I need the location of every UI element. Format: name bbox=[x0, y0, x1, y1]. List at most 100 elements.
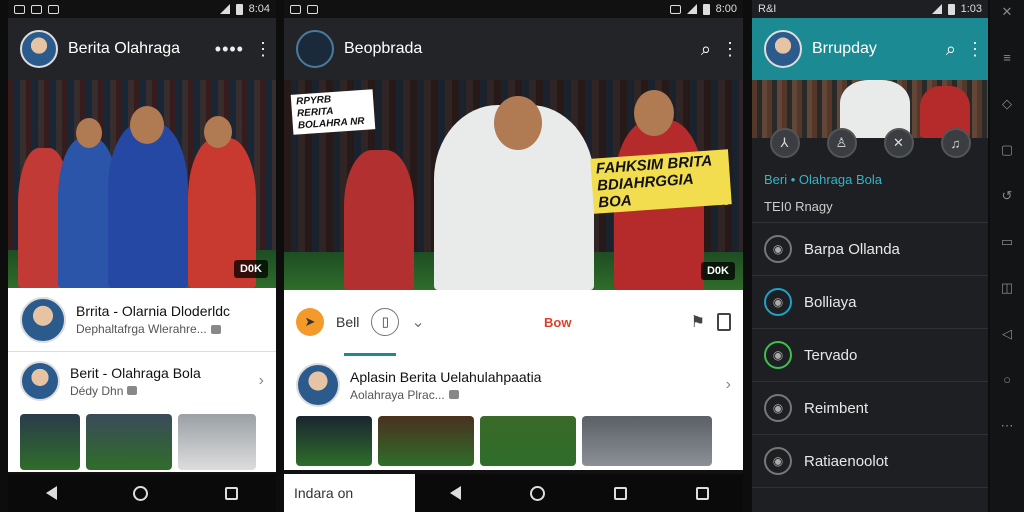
video-badge: D0K bbox=[700, 262, 735, 280]
back-icon[interactable] bbox=[46, 486, 58, 500]
search-icon[interactable]: ⌕ bbox=[946, 39, 956, 60]
flag-icon[interactable]: ⚑ bbox=[691, 312, 705, 332]
camera-icon[interactable]: ▭ bbox=[999, 234, 1015, 250]
video-badge: D0K bbox=[233, 260, 268, 278]
chevron-right-icon[interactable]: › bbox=[259, 372, 264, 390]
thumbnail[interactable] bbox=[378, 416, 474, 466]
player-figure bbox=[108, 123, 188, 288]
category-list-item[interactable]: ◉ Barpa Ollanda bbox=[752, 223, 988, 276]
category-list-item[interactable]: ◉ Tervado bbox=[752, 329, 988, 382]
overlay-caption-small: FOTO AUROS bbox=[676, 198, 729, 207]
thumbnail[interactable] bbox=[178, 414, 256, 470]
trophy-icon[interactable]: ♙ bbox=[826, 128, 857, 158]
lock-icon bbox=[448, 390, 459, 399]
app-bar: Berita Olahraga •••• ⋮ bbox=[8, 18, 276, 80]
bell-icon[interactable]: ♫ bbox=[940, 128, 971, 158]
signal-icon bbox=[686, 4, 697, 14]
mail-icon bbox=[307, 4, 318, 14]
more-dots-icon[interactable]: •••• bbox=[215, 39, 244, 60]
recents-icon[interactable] bbox=[224, 486, 238, 500]
card-avatar bbox=[20, 296, 66, 343]
signal-icon bbox=[931, 4, 942, 14]
category-icon: ◉ bbox=[764, 288, 792, 316]
category-icon: ◉ bbox=[764, 235, 792, 263]
square-icon[interactable] bbox=[695, 486, 709, 500]
rotate-icon[interactable]: ◇ bbox=[999, 96, 1015, 112]
section-subtitle: TEI0 Rnagy bbox=[752, 191, 988, 223]
status-bar: 8:00 bbox=[284, 0, 743, 18]
screen-article: 8:00 Beopbrada ⌕ ⋮ RPYRB RERITA BOLAHRA … bbox=[284, 0, 743, 512]
player-head bbox=[204, 116, 232, 148]
overflow-menu-icon[interactable]: ⋮ bbox=[254, 39, 272, 60]
category-label: Barpa Ollanda bbox=[804, 240, 900, 258]
battery-icon bbox=[235, 3, 243, 15]
overflow-menu-icon[interactable]: ⋮ bbox=[721, 39, 739, 60]
category-icon: ◉ bbox=[764, 341, 792, 369]
category-list: ◉ Barpa Ollanda ◉ Bolliaya ◉ Tervado ◉ Reimbent… bbox=[752, 223, 988, 488]
status-carrier: R&I bbox=[758, 3, 777, 15]
chevron-right-icon[interactable]: › bbox=[726, 376, 731, 394]
thumbnail[interactable] bbox=[20, 414, 80, 470]
home-icon[interactable] bbox=[133, 485, 149, 501]
recents-icon[interactable] bbox=[613, 486, 627, 500]
chip-label[interactable]: Bell bbox=[336, 314, 359, 330]
lock-icon bbox=[210, 324, 221, 334]
card-title: Brrita - Olarnia Dloderldc bbox=[76, 303, 231, 319]
close-icon[interactable]: ✕ bbox=[999, 4, 1015, 20]
news-card[interactable]: Berit - Olahraga Bola Dédy Dhn › bbox=[8, 352, 276, 410]
back-icon[interactable] bbox=[449, 486, 461, 500]
news-card[interactable]: Brrita - Olarnia Dloderldc Dephaltafrga … bbox=[8, 288, 276, 352]
card-subtitle: Dédy Dhn bbox=[70, 383, 124, 398]
home-icon[interactable] bbox=[529, 485, 545, 501]
article-card[interactable]: Aplasin Berita Uelahulahpaatia Aolahraya… bbox=[284, 354, 743, 416]
media-icon bbox=[127, 386, 138, 395]
bottom-label[interactable]: Indara on bbox=[284, 474, 415, 512]
category-list-item[interactable]: ◉ Reimbent bbox=[752, 382, 988, 435]
shield-icon[interactable]: ◫ bbox=[999, 280, 1015, 296]
card-subtitle: Aolahraya Plrac... bbox=[350, 387, 445, 402]
thumbnail-strip bbox=[8, 414, 276, 470]
app-logo-icon bbox=[296, 30, 334, 68]
card-title: Aplasin Berita Uelahulahpaatia bbox=[350, 368, 542, 385]
category-list-item[interactable]: ◉ Bolliaya bbox=[752, 276, 988, 329]
category-label: Tervado bbox=[804, 346, 858, 364]
share-icon[interactable]: ➤ bbox=[296, 308, 324, 336]
thumbnail[interactable] bbox=[296, 416, 372, 466]
hero-image[interactable]: D0K bbox=[8, 80, 276, 288]
thumbnail[interactable] bbox=[480, 416, 576, 466]
overflow-menu-icon[interactable]: ⋮ bbox=[966, 39, 984, 60]
chevron-down-icon[interactable]: ⌄ bbox=[411, 312, 424, 332]
player-head bbox=[130, 106, 164, 144]
search-icon[interactable]: ⌕ bbox=[701, 39, 711, 60]
avatar[interactable] bbox=[20, 30, 58, 68]
system-nav-bar bbox=[8, 474, 276, 512]
battery-icon bbox=[947, 3, 955, 15]
notification-icon bbox=[14, 4, 25, 14]
stats-icon[interactable]: ⅄ bbox=[769, 128, 800, 158]
screen-categories: R&I 1:03 Brrupday ⌕ ⋮ ⅄ ♙ ✕ ♫ Beri • Ola… bbox=[752, 0, 988, 512]
notification-icon bbox=[290, 4, 301, 14]
bookmark-book-icon[interactable]: ▯ bbox=[371, 308, 400, 336]
signal-icon bbox=[219, 4, 230, 14]
square-icon[interactable]: ▢ bbox=[999, 142, 1015, 158]
section-title: Beri • Olahraga Bola bbox=[764, 172, 883, 187]
rotate-left-icon[interactable]: ↺ bbox=[999, 188, 1015, 204]
more-icon[interactable]: ⋯ bbox=[999, 418, 1015, 434]
overlay-caption: RPYRB RERITA BOLAHRA NR bbox=[290, 89, 376, 135]
save-icon[interactable] bbox=[717, 313, 731, 331]
category-list-item[interactable]: ◉ Ratiaenoolot bbox=[752, 435, 988, 488]
battery-icon bbox=[702, 3, 710, 15]
home-icon[interactable]: ○ bbox=[999, 372, 1015, 388]
status-time: 8:00 bbox=[715, 3, 737, 15]
thumbnail[interactable] bbox=[582, 416, 712, 466]
thumbnail[interactable] bbox=[86, 414, 172, 470]
back-icon[interactable]: ◁ bbox=[999, 326, 1015, 342]
player-head bbox=[634, 90, 674, 136]
avatar[interactable] bbox=[764, 30, 802, 68]
expand-icon[interactable]: ≡ bbox=[999, 50, 1015, 66]
status-time: 8:04 bbox=[248, 3, 270, 15]
close-icon[interactable]: ✕ bbox=[883, 128, 914, 158]
category-label: Reimbent bbox=[804, 399, 869, 417]
hero-image[interactable]: RPYRB RERITA BOLAHRA NR FAHKSIM BRITA BD… bbox=[284, 80, 743, 290]
cta-button[interactable]: Bow bbox=[544, 315, 571, 330]
